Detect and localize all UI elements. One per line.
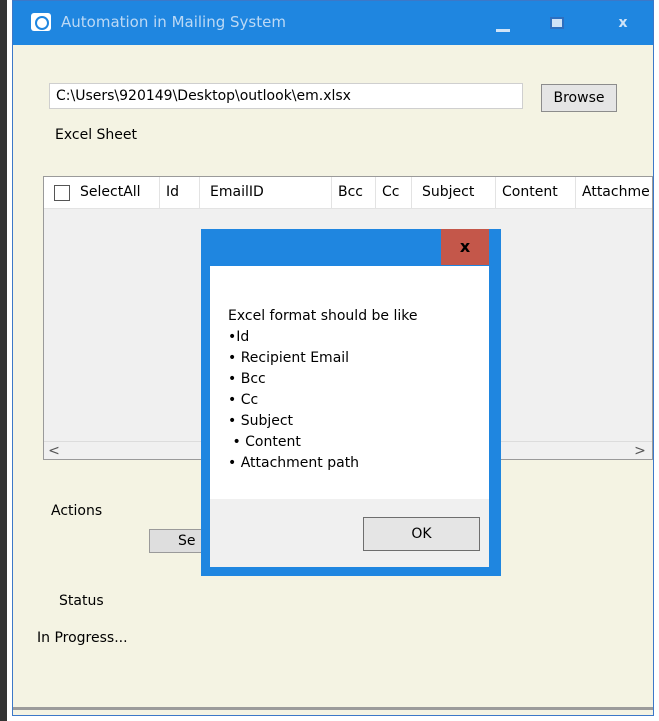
info-dialog: x Excel format should be like •Id • Reci… bbox=[201, 229, 501, 576]
close-button[interactable]: x bbox=[597, 1, 649, 45]
message-line: • Bcc bbox=[228, 371, 266, 387]
minimize-icon bbox=[496, 28, 510, 32]
scroll-right-icon[interactable]: > bbox=[632, 443, 648, 459]
message-line: • Cc bbox=[228, 392, 259, 408]
column-header-subject[interactable]: Subject bbox=[412, 177, 496, 209]
column-header-bcc[interactable]: Bcc bbox=[332, 177, 376, 209]
message-line: • Recipient Email bbox=[228, 350, 350, 366]
file-path-input[interactable]: C:\Users\920149\Desktop\outlook\em.xlsx bbox=[49, 83, 523, 109]
dialog-footer: OK bbox=[210, 499, 489, 567]
column-header-id[interactable]: Id bbox=[160, 177, 200, 209]
scroll-left-icon[interactable]: < bbox=[46, 443, 62, 459]
maximize-button[interactable] bbox=[531, 1, 583, 45]
background-edge bbox=[0, 0, 7, 721]
column-header-cc[interactable]: Cc bbox=[376, 177, 412, 209]
bottom-border bbox=[13, 707, 653, 710]
column-header-attachment[interactable]: Attachme bbox=[576, 177, 652, 209]
message-line: • Content bbox=[228, 434, 301, 450]
dialog-body: Excel format should be like •Id • Recipi… bbox=[210, 266, 489, 499]
message-line: • Attachment path bbox=[228, 455, 360, 471]
status-label: Status bbox=[59, 593, 104, 609]
browse-button[interactable]: Browse bbox=[541, 84, 617, 112]
message-line: •Id bbox=[228, 329, 250, 345]
ok-button[interactable]: OK bbox=[363, 517, 480, 551]
dialog-close-button[interactable]: x bbox=[441, 229, 489, 265]
selectall-checkbox[interactable] bbox=[54, 185, 70, 201]
column-header-content[interactable]: Content bbox=[496, 177, 576, 209]
title-bar[interactable]: Automation in Mailing System x bbox=[13, 1, 653, 45]
window-title: Automation in Mailing System bbox=[61, 13, 286, 31]
dialog-message: Excel format should be like •Id • Recipi… bbox=[228, 306, 417, 474]
column-header-emailid[interactable]: EmailID bbox=[200, 177, 332, 209]
minimize-button[interactable] bbox=[477, 1, 529, 45]
maximize-icon bbox=[550, 17, 564, 29]
app-icon bbox=[31, 13, 51, 31]
status-value: In Progress... bbox=[37, 630, 128, 646]
message-line: Excel format should be like bbox=[228, 308, 418, 324]
excel-sheet-label: Excel Sheet bbox=[55, 127, 138, 143]
message-line: • Subject bbox=[228, 413, 294, 429]
actions-label: Actions bbox=[51, 503, 103, 519]
grid-header: SelectAll Id EmailID Bcc Cc Subject Cont… bbox=[44, 177, 652, 209]
